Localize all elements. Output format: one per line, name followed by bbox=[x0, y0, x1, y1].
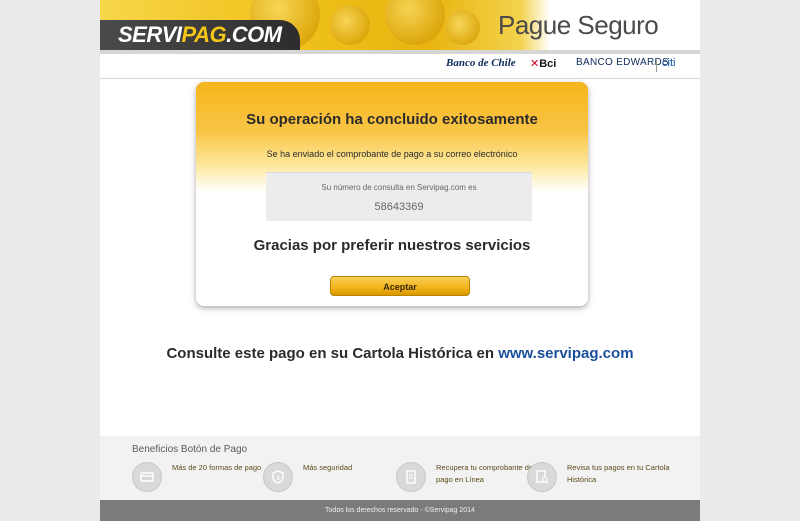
logo-text-pag: PAG bbox=[181, 22, 227, 47]
footer: Todos los derechos reservado - ©Servipag… bbox=[100, 500, 700, 521]
pague-seguro-title: Pague Seguro bbox=[498, 10, 659, 40]
cartola-message: Consulte este pago en su Cartola Históri… bbox=[100, 345, 700, 362]
card-icon bbox=[132, 462, 162, 492]
bank-logos: Banco de Chile ✕Bci BANCO EDWARDS citi bbox=[100, 54, 700, 78]
logo-text-servi: SERVI bbox=[118, 22, 182, 47]
consult-number-value: 58643369 bbox=[374, 201, 424, 213]
coin-decoration bbox=[330, 5, 370, 45]
bci-logo-text: Bci bbox=[539, 58, 557, 70]
servipag-link[interactable]: www.servipag.com bbox=[498, 345, 633, 362]
servipag-logo[interactable]: SERVIPAG.COM bbox=[118, 22, 282, 48]
consult-number-box: Su número de consulta en Servipag.com es… bbox=[266, 172, 532, 221]
bank-separator bbox=[656, 60, 657, 72]
coin-decoration bbox=[385, 0, 445, 45]
benefit-text: Revisa tus pagos en tu Cartola Histórica bbox=[567, 463, 670, 484]
success-title: Su operación ha concluido exitosamente bbox=[246, 111, 538, 128]
svg-text:$: $ bbox=[276, 476, 280, 482]
bci-logo: ✕Bci bbox=[530, 58, 557, 70]
email-notice: Se ha enviado el comprobante de pago a s… bbox=[266, 149, 518, 159]
benefits-title: Beneficios Botón de Pago bbox=[132, 444, 248, 455]
accept-button[interactable]: Aceptar bbox=[330, 276, 470, 296]
coin-decoration bbox=[445, 10, 480, 45]
citi-logo: citi bbox=[662, 57, 676, 69]
cartola-text: Consulte este pago en su Cartola Históri… bbox=[166, 345, 495, 362]
banco-de-chile-logo: Banco de Chile bbox=[446, 57, 516, 69]
header-banner: SERVIPAG.COM Pague Seguro bbox=[100, 0, 700, 50]
shield-icon: $ bbox=[263, 462, 293, 492]
document-search-icon bbox=[527, 462, 557, 492]
logo-text-com: .COM bbox=[226, 22, 282, 47]
confirmation-card: Su operación ha concluido exitosamente S… bbox=[196, 82, 588, 306]
page-container: SERVIPAG.COM Pague Seguro Banco de Chile… bbox=[100, 0, 700, 521]
thanks-message: Gracias por preferir nuestros servicios bbox=[253, 237, 531, 254]
header: SERVIPAG.COM Pague Seguro Banco de Chile… bbox=[100, 0, 700, 79]
receipt-icon bbox=[396, 462, 426, 492]
consult-number-label: Su número de consulta en Servipag.com es bbox=[321, 183, 477, 192]
benefits-section: Beneficios Botón de Pago Más de 20 forma… bbox=[100, 436, 700, 500]
